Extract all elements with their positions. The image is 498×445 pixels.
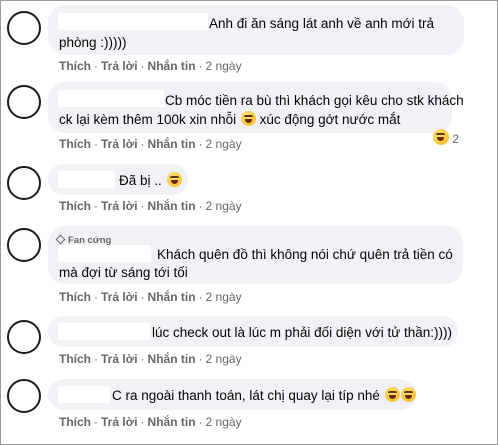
comment-actions: Thích · Trả lời · Nhắn tin · 2 ngày	[59, 137, 242, 151]
comment-actions: Thích · Trả lời · Nhắn tin · 2 ngày	[59, 352, 242, 366]
like-link[interactable]: Thích	[59, 290, 91, 304]
message-link[interactable]: Nhắn tin	[148, 352, 196, 366]
reply-link[interactable]: Trả lời	[101, 290, 138, 304]
comment-actions: Thích · Trả lời · Nhắn tin · 2 ngày	[59, 415, 242, 429]
timestamp[interactable]: 2 ngày	[206, 137, 242, 151]
avatar[interactable]	[7, 379, 41, 413]
comment-text-segment: C ra ngoài thanh toán, lát chị quay lại …	[112, 388, 380, 403]
comment-bubble: C ra ngoài thanh toán, lát chị quay lại …	[48, 379, 416, 410]
reply-link[interactable]: Trả lời	[101, 199, 138, 213]
tearful-face-emoji-icon	[240, 111, 256, 126]
redacted-author-name	[58, 323, 150, 340]
reply-link[interactable]: Trả lời	[101, 137, 138, 151]
haha-reaction-icon	[433, 129, 449, 145]
comment-text-line: phòng :)))))	[59, 35, 127, 50]
laughing-face-emoji-icon	[166, 172, 182, 187]
smiling-face-emoji-icon	[400, 387, 416, 402]
timestamp[interactable]: 2 ngày	[206, 352, 242, 366]
like-link[interactable]: Thích	[59, 137, 91, 151]
message-link[interactable]: Nhắn tin	[148, 290, 196, 304]
reply-link[interactable]: Trả lời	[101, 59, 138, 73]
message-link[interactable]: Nhắn tin	[148, 137, 196, 151]
reaction-summary[interactable]: 2	[432, 129, 459, 146]
smiling-face-emoji-icon	[384, 387, 400, 402]
comment-text-line: Anh đi ăn sáng lát anh về anh mới trả	[209, 16, 434, 31]
comment-bubble: Anh đi ăn sáng lát anh về anh mới trả ph…	[48, 5, 464, 55]
comment-bubble: Cb móc tiền ra bù thì khách gọi kêu cho …	[48, 82, 464, 133]
message-link[interactable]: Nhắn tin	[148, 199, 196, 213]
avatar[interactable]	[7, 85, 41, 119]
comment-text-line: Đã bị ..	[119, 171, 182, 190]
redacted-author-name	[58, 13, 208, 30]
reaction-count: 2	[452, 132, 460, 146]
redacted-author-name	[58, 245, 151, 262]
comment-bubble: lúc check out là lúc m phải đối diện với…	[48, 316, 458, 347]
comment-text-segment: ck lại kèm thêm 100k xin nhỗi	[59, 112, 237, 127]
like-link[interactable]: Thích	[59, 352, 91, 366]
redacted-author-name	[58, 386, 110, 403]
avatar[interactable]	[7, 166, 41, 200]
timestamp[interactable]: 2 ngày	[206, 290, 242, 304]
comment-text-segment: xúc động gớt nước mắt	[259, 112, 401, 127]
comment-text-line: Cb móc tiền ra bù thì khách gọi kêu cho …	[165, 93, 464, 108]
avatar[interactable]	[7, 11, 41, 45]
comment-text-line: Khách quên đồ thì không nói chứ quên trả…	[157, 247, 453, 262]
comment-text-line: lúc check out là lúc m phải đối diện với…	[152, 325, 453, 340]
comment-text-line: C ra ngoài thanh toán, lát chị quay lại …	[112, 386, 416, 405]
like-link[interactable]: Thích	[59, 59, 91, 73]
comment-actions: Thích · Trả lời · Nhắn tin · 2 ngày	[59, 290, 242, 304]
message-link[interactable]: Nhắn tin	[148, 59, 196, 73]
comment-text-segment: Đã bị ..	[119, 173, 162, 188]
avatar[interactable]	[7, 228, 41, 262]
message-link[interactable]: Nhắn tin	[148, 415, 196, 429]
timestamp[interactable]: 2 ngày	[206, 415, 242, 429]
redacted-author-name	[58, 90, 164, 107]
comment-bubble: Đã bị ..	[48, 164, 188, 195]
like-link[interactable]: Thích	[59, 199, 91, 213]
timestamp[interactable]: 2 ngày	[206, 59, 242, 73]
diamond-icon	[55, 234, 66, 245]
comment-text-line-2: ck lại kèm thêm 100k xin nhỗi xúc động g…	[59, 110, 400, 129]
timestamp[interactable]: 2 ngày	[206, 199, 242, 213]
comment-actions: Thích · Trả lời · Nhắn tin · 2 ngày	[59, 59, 242, 73]
comment-text-line: mà đợi từ sáng tới tối	[59, 265, 188, 280]
comment-actions: Thích · Trả lời · Nhắn tin · 2 ngày	[59, 199, 242, 213]
like-link[interactable]: Thích	[59, 415, 91, 429]
redacted-author-name	[58, 171, 115, 188]
reply-link[interactable]: Trả lời	[101, 352, 138, 366]
avatar[interactable]	[7, 320, 41, 354]
reply-link[interactable]: Trả lời	[101, 415, 138, 429]
comment-bubble: Fan cứng Khách quên đồ thì không nói chứ…	[48, 226, 463, 284]
